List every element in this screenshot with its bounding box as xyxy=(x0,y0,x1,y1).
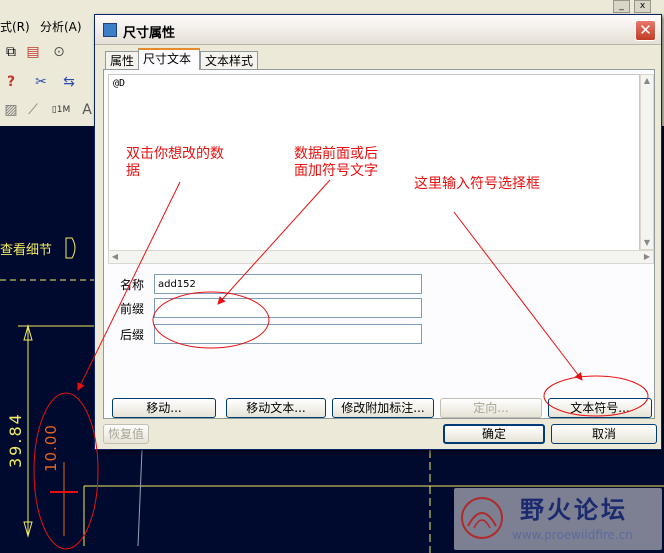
prefix-field[interactable] xyxy=(154,298,422,318)
dialog-title: 尺寸属性 xyxy=(123,26,176,41)
name-field[interactable] xyxy=(154,274,422,294)
dimension-text-panel: @D ▲ ▼ ◀ ▶ 名称 前缀 后缀 移动... 移动文本... 修改附加标注… xyxy=(103,69,655,419)
annotation-symbol-box: 这里输入符号选择框 xyxy=(414,176,574,193)
horizontal-scrollbar[interactable]: ◀ ▶ xyxy=(108,250,654,264)
ok-button[interactable]: 确定 xyxy=(443,424,545,444)
hatch-icon[interactable]: ▨ xyxy=(0,99,22,121)
suffix-label: 后缀 xyxy=(120,328,145,342)
scroll-up-icon[interactable]: ▲ xyxy=(641,75,653,87)
menu-item-format[interactable]: 式(R) xyxy=(0,18,30,35)
tab-text-style[interactable]: 文本样式 xyxy=(200,51,258,70)
annotation-double-click-text: 双击你想改的数 据 xyxy=(126,146,224,179)
scroll-left-icon[interactable]: ◀ xyxy=(109,251,121,263)
scale-icon[interactable]: ▯1M xyxy=(50,99,72,121)
ruler-icon[interactable]: ⟋ xyxy=(22,99,44,121)
help-query-icon[interactable]: ? xyxy=(0,71,22,93)
suffix-field[interactable] xyxy=(154,324,422,344)
name-label: 名称 xyxy=(120,278,145,292)
dialog-title-bar[interactable]: 尺寸属性 ✕ xyxy=(95,15,661,45)
copy-icon[interactable]: ⧉ xyxy=(0,41,22,63)
annotation-prefix-suffix-text: 数据前面或后 面加符号文字 xyxy=(294,146,378,179)
forum-title: 野火论坛 xyxy=(520,496,628,524)
restore-values-button[interactable]: 恢复值 xyxy=(103,424,149,444)
minimize-button[interactable]: _ xyxy=(613,0,630,13)
window-close-button[interactable]: x xyxy=(634,0,651,13)
forum-watermark: 野火论坛 www.proewildfire.cn xyxy=(454,488,662,550)
prefix-label: 前缀 xyxy=(120,302,145,316)
dialog-app-icon xyxy=(103,23,117,37)
annotation-prefix-suffix: 数据前面或后 面加符号文字 xyxy=(294,146,404,180)
menu-bar: 式(R) 分析(A) xyxy=(0,14,100,38)
annotation-symbol-box-text: 这里输入符号选择框 xyxy=(414,176,540,192)
move-text-button[interactable]: 移动文本... xyxy=(226,398,326,418)
dimension-value-vertical[interactable]: 39.84 xyxy=(6,412,25,468)
tab-dimension-text[interactable]: 尺寸文本 xyxy=(138,48,200,70)
forum-logo-icon xyxy=(461,497,503,539)
scroll-down-icon[interactable]: ▼ xyxy=(641,237,653,249)
dimension-properties-dialog: 尺寸属性 ✕ 属性 尺寸文本 文本样式 @D ▲ ▼ ◀ ▶ 名称 前缀 后缀 … xyxy=(94,14,662,450)
toolbar-row-1: ⧉ ▤ ⊙ xyxy=(0,38,100,66)
table-tool-icon[interactable]: ⇆ xyxy=(58,71,80,93)
scroll-right-icon[interactable]: ▶ xyxy=(641,251,653,263)
detail-view-label: 查看细节 xyxy=(0,243,53,258)
orient-button[interactable]: 定向... xyxy=(440,398,542,418)
toolbar-row-2: ? ✂ ⇆ xyxy=(0,68,100,96)
close-button[interactable]: ✕ xyxy=(635,20,656,41)
print-preview-icon[interactable]: ⊙ xyxy=(48,41,70,63)
forum-url: www.proewildfire.cn xyxy=(512,528,633,542)
toolbar-row-3: ▨ ⟋ ▯1M A xyxy=(0,96,100,124)
dimension-value-selected[interactable]: 10.00 xyxy=(42,424,60,472)
move-button[interactable]: 移动... xyxy=(112,398,216,418)
annotation-double-click: 双击你想改的数 据 xyxy=(126,146,246,180)
pdf-icon[interactable]: ▤ xyxy=(22,41,44,63)
window-controls: _ x xyxy=(612,0,664,14)
dimension-tool-icon[interactable]: ✂ xyxy=(30,71,52,93)
modify-attached-dimension-button[interactable]: 修改附加标注... xyxy=(332,398,434,418)
cancel-button[interactable]: 取消 xyxy=(551,424,657,444)
vertical-scrollbar[interactable]: ▲ ▼ xyxy=(640,74,654,250)
menu-item-analysis[interactable]: 分析(A) xyxy=(40,18,82,35)
text-symbol-button[interactable]: 文本符号... xyxy=(548,398,652,418)
tab-properties[interactable]: 属性 xyxy=(105,51,139,70)
